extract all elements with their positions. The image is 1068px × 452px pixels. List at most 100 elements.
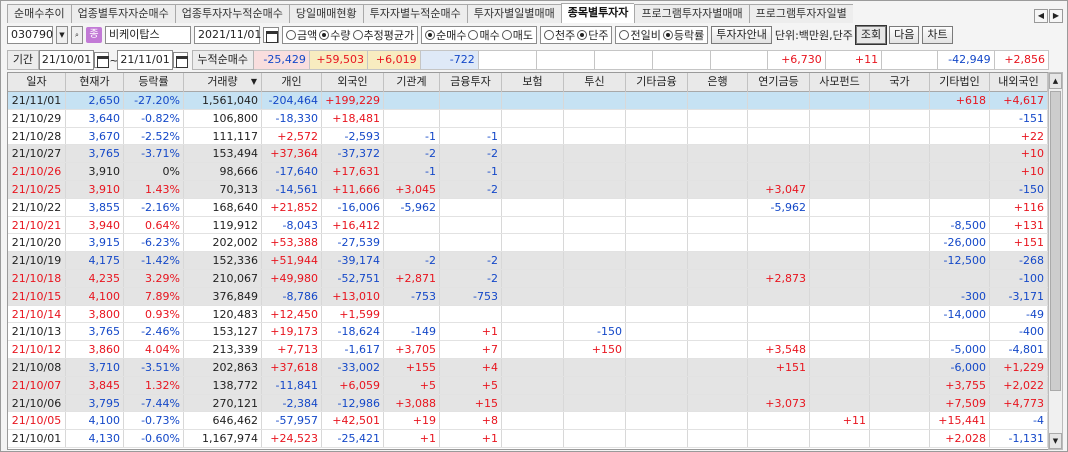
date-input[interactable]: 2021/11/01 <box>194 26 261 44</box>
column-header[interactable]: 개인 <box>262 73 322 92</box>
table-row[interactable]: 21/10/05 4,100 -0.73% 646,462 -57,957 +42,501… <box>8 412 1048 431</box>
stock-code-dropdown-button[interactable]: ▼ <box>56 26 68 44</box>
table-row[interactable]: 21/10/01 4,130 -0.60% 1,167,974 +24,523 -25,4… <box>8 430 1048 448</box>
column-header[interactable]: 거래량 ▼ <box>184 73 262 92</box>
table-cell: +10 <box>990 163 1048 180</box>
tab-item[interactable]: 투자자별누적순매수 <box>362 4 467 23</box>
investor-guide-button[interactable]: 투자자안내 <box>711 26 772 44</box>
scroll-down-icon[interactable]: ▼ <box>1049 433 1062 449</box>
tab-item[interactable]: 당일매매현황 <box>288 4 363 23</box>
calendar-icon[interactable] <box>263 27 279 43</box>
column-header[interactable]: 금융투자 <box>440 73 502 92</box>
next-button[interactable]: 다음 <box>889 26 920 44</box>
column-header[interactable]: 기관계 <box>384 73 440 92</box>
table-cell: 21/10/07 <box>8 376 66 394</box>
table-row[interactable]: 21/10/22 3,855 -2.16% 168,640 +21,852 -16,006… <box>8 198 1048 217</box>
tab-item[interactable]: 순매수추이 <box>7 4 71 23</box>
radio-option[interactable]: 수량 <box>319 27 351 43</box>
table-cell <box>748 412 810 430</box>
table-row[interactable]: 21/10/15 4,100 7.89% 376,849 -8,786 +13,010 -7… <box>8 287 1048 306</box>
query-button[interactable]: 조회 <box>854 25 888 45</box>
column-header[interactable]: 사모펀드 <box>810 73 870 92</box>
table-row[interactable]: 21/11/01 2,650 -27.20% 1,561,040 -204,464 +19… <box>8 92 1048 110</box>
tab-item[interactable]: 업종투자자누적순매수 <box>174 4 289 23</box>
table-cell <box>870 341 930 358</box>
radio-dot[interactable] <box>619 30 630 40</box>
radio-label: 매수 <box>479 29 500 42</box>
table-row[interactable]: 21/10/20 3,915 -6.23% 202,002 +53,388 -27,539… <box>8 234 1048 253</box>
radio-dot[interactable] <box>543 30 554 40</box>
tab-item[interactable]: 투자자별일별매매 <box>466 4 561 23</box>
stock-code-input[interactable]: 030790 <box>7 26 53 44</box>
radio-dot[interactable] <box>501 30 512 40</box>
radio-dot[interactable] <box>425 30 436 40</box>
column-header-label: 기타법인 <box>939 75 980 88</box>
table-cell: +3,088 <box>384 394 440 412</box>
table-row[interactable]: 21/10/27 3,765 -3.71% 153,494 +37,364 -37,372… <box>8 145 1048 164</box>
column-header[interactable]: 국가 <box>870 73 930 92</box>
table-row[interactable]: 21/10/14 3,800 0.93% 120,483 +12,450 +1,599 -1… <box>8 305 1048 324</box>
radio-option[interactable]: 매수 <box>468 27 500 43</box>
table-row[interactable]: 21/10/08 3,710 -3.51% 202,863 +37,618 -33,002… <box>8 358 1048 377</box>
tab-prev-icon[interactable]: ◀ <box>1034 9 1048 23</box>
tab-item[interactable]: 프로그램투자자별매매 <box>634 4 749 23</box>
period-to-input[interactable]: 21/11/01 <box>117 50 173 70</box>
column-header[interactable]: 내외국인 <box>990 73 1048 92</box>
scroll-up-icon[interactable]: ▲ <box>1049 73 1062 89</box>
tab-item[interactable]: 프로그램투자자일별 <box>748 4 853 23</box>
column-header[interactable]: 외국인 <box>322 73 384 92</box>
radio-dot[interactable] <box>286 30 296 40</box>
table-row[interactable]: 21/10/13 3,765 -2.46% 153,127 +19,173 -18,624… <box>8 323 1048 342</box>
tab-item[interactable]: 종목별투자자 <box>560 3 635 23</box>
radio-option[interactable]: 순매수 <box>425 27 466 43</box>
radio-dot[interactable] <box>468 30 479 40</box>
table-row[interactable]: 21/10/21 3,940 0.64% 119,912 -8,043 +16,412 -8… <box>8 216 1048 235</box>
table-row[interactable]: 21/10/18 4,235 3.29% 210,067 +49,980 -52,751 +… <box>8 269 1048 288</box>
radio-option[interactable]: 천주 <box>543 27 575 43</box>
calendar-icon[interactable] <box>172 52 188 68</box>
radio-option[interactable]: 단주 <box>577 27 608 43</box>
investor-table[interactable]: 일자 현재가 등락률 거래량 ▼ 개인 외국인 기관계 금융투자 보험 투신 기타금융 은행 연기금등 사모… <box>7 72 1049 450</box>
table-row[interactable]: 21/10/29 3,640 -0.82% 106,800 -18,330 +18,481… <box>8 109 1048 128</box>
radio-dot[interactable] <box>319 30 330 40</box>
table-cell <box>626 92 688 109</box>
vertical-scrollbar[interactable]: ▲ ▼ <box>1048 72 1063 450</box>
column-header[interactable]: 보험 <box>502 73 564 92</box>
table-row[interactable]: 21/10/12 3,860 4.04% 213,339 +7,713 -1,617 +3,… <box>8 341 1048 359</box>
column-header[interactable]: 등락률 <box>124 73 184 92</box>
radio-option[interactable]: 전일비 <box>619 27 661 43</box>
radio-dot[interactable] <box>577 30 588 40</box>
table-cell <box>626 145 688 163</box>
table-row[interactable]: 21/10/19 4,175 -1.42% 152,336 +51,944 -39,174… <box>8 252 1048 270</box>
table-row[interactable]: 21/10/26 3,910 0% 98,666 -17,640 +17,631 -1 -1 +… <box>8 163 1048 181</box>
tab-next-icon[interactable]: ▶ <box>1049 9 1063 23</box>
calendar-icon[interactable] <box>94 52 110 68</box>
column-header[interactable]: 기타금융 <box>626 73 688 92</box>
radio-option[interactable]: 매도 <box>501 27 533 43</box>
table-cell: -11,841 <box>262 376 322 394</box>
column-header[interactable]: 기타법인 <box>930 73 990 92</box>
radio-dot[interactable] <box>662 30 673 40</box>
table-row[interactable]: 21/10/25 3,910 1.43% 70,313 -14,561 +11,666 +3… <box>8 180 1048 199</box>
sort-down-icon[interactable]: ▼ <box>249 77 259 87</box>
table-row[interactable]: 21/10/28 3,670 -2.52% 111,117 +2,572 -2,593 -1… <box>8 127 1048 146</box>
table-row[interactable]: 21/10/07 3,845 1.32% 138,772 -11,841 +6,059 +5… <box>8 376 1048 395</box>
column-header[interactable]: 연기금등 <box>748 73 810 92</box>
chart-button[interactable]: 차트 <box>922 26 953 44</box>
period-from-input[interactable]: 21/10/01 <box>38 50 95 70</box>
column-header[interactable]: 투신 <box>564 73 626 92</box>
radio-option[interactable]: 등락률 <box>662 27 704 43</box>
radio-dot[interactable] <box>352 30 363 40</box>
table-cell <box>502 269 564 287</box>
table-cell: +11 <box>810 412 870 430</box>
tab-item[interactable]: 업종별투자자순매수 <box>70 4 175 23</box>
table-cell <box>688 234 748 252</box>
table-row[interactable]: 21/10/06 3,795 -7.44% 270,121 -2,384 -12,986 +… <box>8 394 1048 413</box>
radio-option[interactable]: 금액 <box>286 27 317 43</box>
radio-option[interactable]: 추정평균가 <box>352 27 414 43</box>
column-header[interactable]: 은행 <box>688 73 748 92</box>
scroll-thumb[interactable] <box>1050 91 1061 391</box>
column-header[interactable]: 일자 <box>8 73 66 92</box>
column-header[interactable]: 현재가 <box>66 73 124 92</box>
stock-search-button[interactable]: ⌕ <box>71 26 83 44</box>
